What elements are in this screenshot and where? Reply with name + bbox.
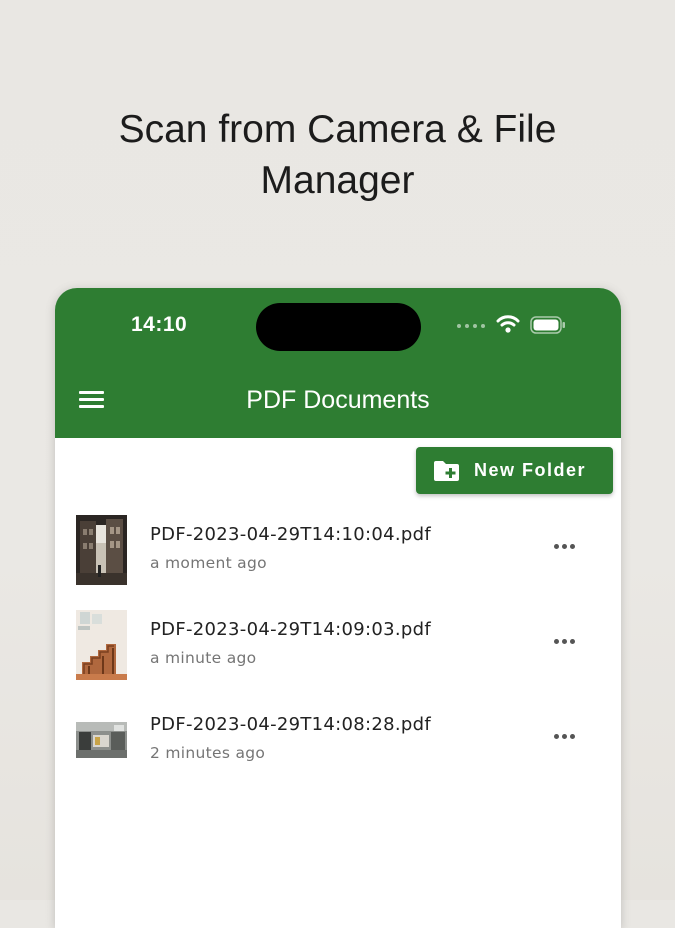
new-folder-button[interactable]: New Folder — [416, 447, 613, 494]
file-row[interactable]: PDF-2023-04-29T14:09:03.pdf a minute ago — [55, 603, 621, 698]
file-name: PDF-2023-04-29T14:10:04.pdf — [150, 524, 432, 545]
status-time: 14:10 — [131, 313, 188, 336]
file-name: PDF-2023-04-29T14:09:03.pdf — [150, 619, 432, 640]
dynamic-island — [256, 303, 421, 351]
file-list: PDF-2023-04-29T14:10:04.pdf a moment ago — [55, 508, 621, 793]
wifi-icon — [496, 315, 520, 333]
new-folder-label: New Folder — [474, 460, 587, 480]
battery-icon — [530, 316, 565, 334]
app-title: PDF Documents — [246, 386, 430, 414]
file-row[interactable]: PDF-2023-04-29T14:10:04.pdf a moment ago — [55, 508, 621, 603]
street-photo-thumbnail — [76, 515, 127, 585]
file-name: PDF-2023-04-29T14:08:28.pdf — [150, 714, 432, 735]
room-photo-thumbnail — [76, 705, 127, 775]
promo-headline: Scan from Camera & File Manager — [118, 108, 557, 202]
app-header: 14:10 PDF Documents — [55, 288, 621, 438]
file-row[interactable]: PDF-2023-04-29T14:08:28.pdf 2 minutes ag… — [55, 698, 621, 793]
file-modified-time: 2 minutes ago — [150, 744, 266, 762]
staircase-photo-thumbnail — [76, 610, 127, 680]
file-modified-time: a moment ago — [150, 554, 267, 572]
file-modified-time: a minute ago — [150, 649, 257, 667]
more-options-icon[interactable] — [554, 544, 575, 549]
more-options-icon[interactable] — [554, 639, 575, 644]
folder-plus-icon — [434, 460, 459, 481]
phone-screen: 14:10 PDF Documents New Folder PDF-2023-… — [55, 288, 621, 928]
cellular-signal-icon — [457, 324, 485, 328]
more-options-icon[interactable] — [554, 734, 575, 739]
